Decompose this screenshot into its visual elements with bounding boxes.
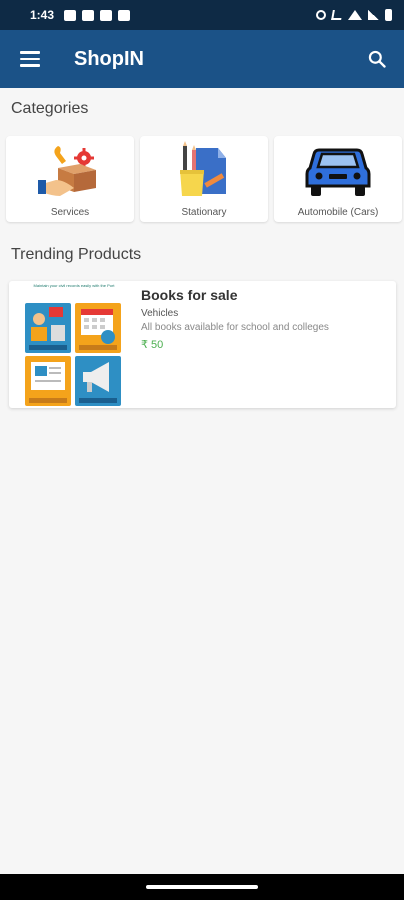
thumbnail-tile xyxy=(75,303,121,353)
volte-icon xyxy=(331,10,343,20)
signal-icon xyxy=(368,10,379,20)
product-category: Vehicles xyxy=(141,308,179,319)
hamburger-icon xyxy=(20,51,40,54)
wifi-icon xyxy=(348,10,362,20)
categories-row: Services Stationary Automobile (Cars) xyxy=(6,136,402,222)
notification-icons xyxy=(64,9,131,21)
product-description: All books available for school and colle… xyxy=(141,322,329,333)
navigation-bar xyxy=(0,874,404,900)
category-label: Services xyxy=(50,207,90,218)
battery-icon xyxy=(385,9,392,21)
home-gesture-bar[interactable] xyxy=(146,885,258,889)
notification-icon xyxy=(100,9,113,21)
product-card[interactable]: Maintain your civil records easily with … xyxy=(9,281,396,408)
thumbnail-tile xyxy=(25,356,71,406)
system-icons xyxy=(316,9,392,21)
product-thumbnail: Maintain your civil records easily with … xyxy=(25,283,123,406)
notification-icon xyxy=(64,9,77,21)
category-card-automobile[interactable]: Automobile (Cars) xyxy=(274,136,402,222)
status-bar: 1:43 xyxy=(0,0,404,30)
thumbnail-caption: Maintain your civil records easily with … xyxy=(33,283,115,288)
notification-icon xyxy=(118,9,131,21)
thumbnail-tile xyxy=(75,356,121,406)
app-title: ShopIN xyxy=(74,47,144,70)
search-icon xyxy=(368,50,386,68)
category-label: Automobile (Cars) xyxy=(297,207,379,218)
services-icon xyxy=(38,146,96,196)
car-icon xyxy=(305,148,371,196)
product-price: ₹ 50 xyxy=(141,339,164,351)
trending-heading: Trending Products xyxy=(11,246,142,263)
stationary-icon xyxy=(180,141,226,196)
categories-heading: Categories xyxy=(11,100,89,117)
thumbnail-tile xyxy=(25,303,71,353)
category-label: Stationary xyxy=(181,207,227,218)
menu-button[interactable] xyxy=(0,30,60,88)
product-name: Books for sale xyxy=(141,287,238,303)
notification-icon xyxy=(82,9,95,21)
product-info: Books for sale Vehicles All books availa… xyxy=(141,281,329,408)
alarm-icon xyxy=(316,10,326,20)
app-bar: ShopIN xyxy=(0,30,404,88)
category-card-services[interactable]: Services xyxy=(6,136,134,222)
status-time: 1:43 xyxy=(30,8,55,22)
search-button[interactable] xyxy=(350,30,404,88)
category-card-stationary[interactable]: Stationary xyxy=(140,136,268,222)
